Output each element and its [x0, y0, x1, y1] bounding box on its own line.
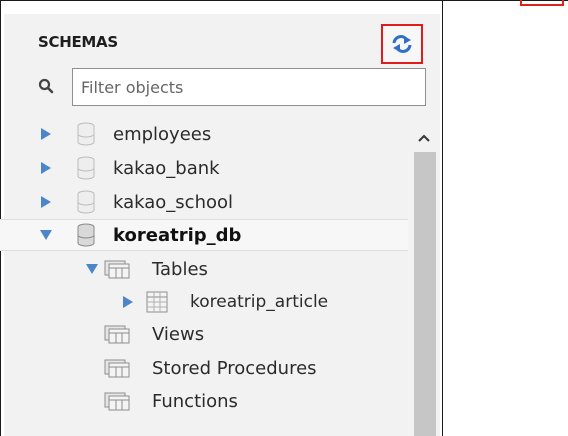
expand-toggle[interactable] [38, 160, 54, 176]
caret-down-icon [86, 264, 98, 274]
tree-item-tables[interactable]: Tables [0, 253, 408, 285]
chevron-up-icon [418, 134, 430, 142]
tree-item-stored-procedures[interactable]: Stored Procedures [0, 352, 408, 384]
tree-label: Functions [152, 390, 238, 412]
expand-toggle[interactable] [120, 294, 136, 310]
filter-objects-input[interactable] [72, 68, 426, 106]
schema-row-kakao-bank[interactable]: kakao_bank [0, 152, 408, 184]
expand-toggle[interactable] [38, 126, 54, 142]
refresh-icon [392, 35, 412, 53]
folder-views-icon [104, 323, 130, 345]
collapse-toggle[interactable] [84, 261, 100, 277]
database-icon [76, 223, 96, 247]
schema-label: koreatrip_db [113, 224, 242, 246]
table-grid-icon [146, 291, 168, 313]
tree-item-views[interactable]: Views [0, 318, 408, 350]
caret-down-icon [40, 230, 52, 240]
refresh-button[interactable] [381, 24, 423, 64]
tree-label: Tables [152, 258, 208, 280]
tree-label: Stored Procedures [152, 357, 317, 379]
folder-functions-icon [104, 390, 130, 412]
caret-right-icon [123, 296, 133, 308]
schema-label: kakao_school [113, 191, 233, 213]
database-icon [76, 156, 96, 180]
folder-procedures-icon [104, 357, 130, 379]
highlight-mark [520, 0, 564, 6]
schema-label: kakao_bank [113, 157, 220, 179]
caret-right-icon [41, 196, 51, 208]
schema-row-koreatrip-db[interactable]: koreatrip_db [0, 219, 408, 251]
table-label: koreatrip_article [190, 292, 329, 312]
caret-right-icon [41, 162, 51, 174]
collapse-toggle[interactable] [38, 227, 54, 243]
schema-row-employees[interactable]: employees [0, 118, 408, 150]
search-icon [38, 78, 54, 94]
table-row-koreatrip-article[interactable]: koreatrip_article [0, 286, 408, 318]
frame-right-border [442, 0, 443, 436]
folder-tables-icon [104, 258, 130, 280]
database-icon [76, 122, 96, 146]
scroll-up-button[interactable] [412, 128, 436, 148]
caret-right-icon [41, 128, 51, 140]
schema-row-kakao-school[interactable]: kakao_school [0, 186, 408, 218]
tree-item-functions[interactable]: Functions [0, 385, 408, 417]
frame-top-border [0, 0, 568, 1]
schema-label: employees [113, 123, 212, 145]
panel-title: SCHEMAS [38, 33, 118, 51]
database-icon [76, 190, 96, 214]
scrollbar-thumb[interactable] [414, 152, 436, 436]
tree-label: Views [152, 323, 205, 345]
expand-toggle[interactable] [38, 194, 54, 210]
